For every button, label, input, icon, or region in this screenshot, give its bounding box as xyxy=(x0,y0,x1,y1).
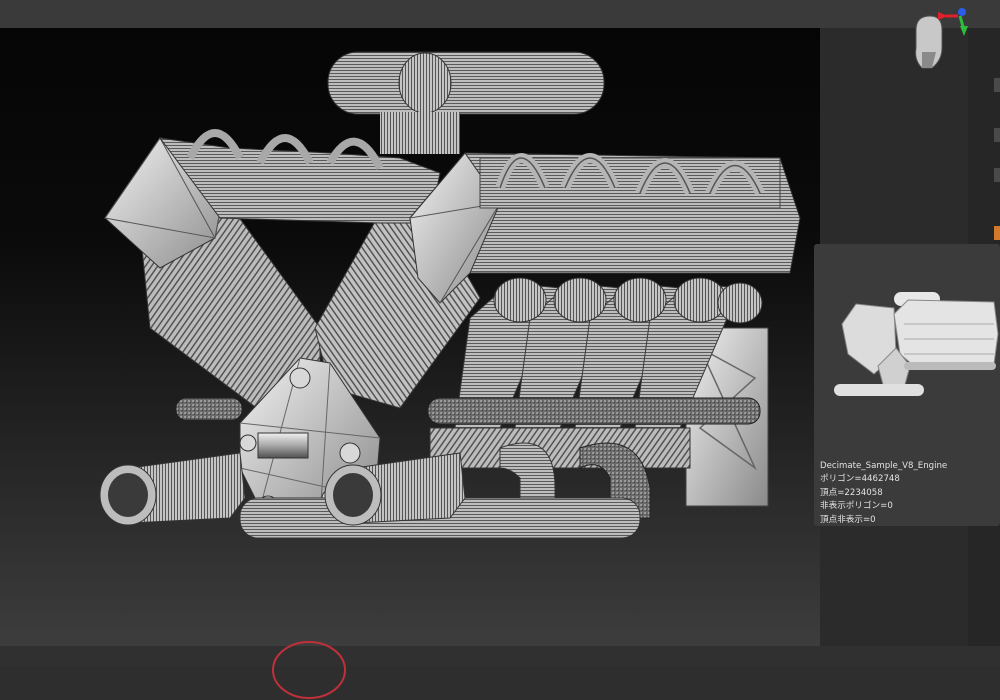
hidden-vertices-text: 頂点非表示=0 xyxy=(820,514,876,525)
mesh-preview-panel: Decimate_Sample_V8_Engine ポリゴン=4462748 頂… xyxy=(814,244,1000,526)
strip-button[interactable] xyxy=(994,128,1000,142)
mesh-name-text: Decimate_Sample_V8_Engine xyxy=(820,461,948,471)
hidden-polygons-text: 非表示ポリゴン=0 xyxy=(820,501,893,512)
vertex-count-text: 頂点=2234058 xyxy=(820,487,883,498)
3d-viewport-canvas[interactable] xyxy=(0,28,820,646)
bottom-bar xyxy=(0,646,1000,666)
head-gizmo-icon[interactable] xyxy=(902,2,974,82)
brush-cursor-icon xyxy=(272,641,346,699)
active-strip-button[interactable] xyxy=(994,226,1000,240)
v8-engine-mesh xyxy=(99,51,801,539)
strip-button[interactable] xyxy=(994,168,1000,182)
mesh-thumbnail[interactable] xyxy=(834,284,1000,414)
polygon-count-text: ポリゴン=4462748 xyxy=(820,474,900,485)
strip-button[interactable] xyxy=(994,78,1000,92)
mesh-info: Decimate_Sample_V8_Engine ポリゴン=4462748 頂… xyxy=(820,460,947,527)
top-menu-bar xyxy=(0,0,1000,28)
